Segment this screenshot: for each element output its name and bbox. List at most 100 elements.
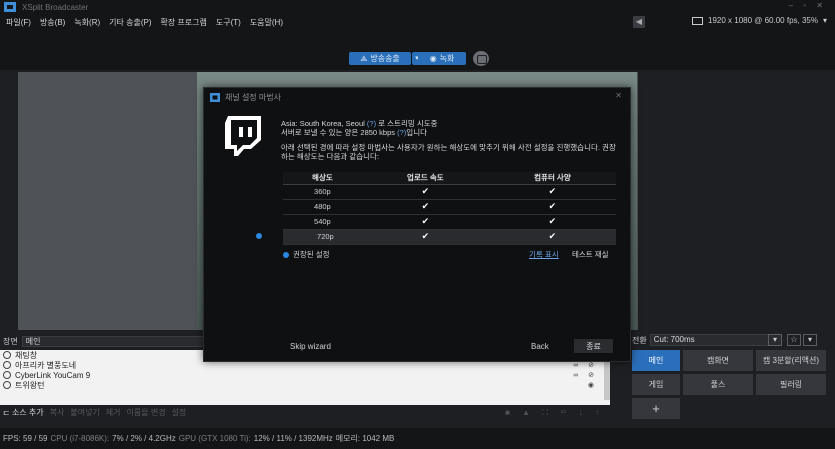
list-item[interactable]: 트위왕턴 ◉	[0, 380, 610, 390]
source-name: 아프리카 별풍도네	[15, 360, 77, 370]
dialog-title: 채널 설정 마법사	[225, 93, 281, 102]
menu-help[interactable]: 도움말(H)	[250, 17, 283, 28]
broadcast-button[interactable]: ⟁ 방송송출	[349, 52, 411, 65]
recommended-dot-icon	[256, 233, 263, 239]
remove-source-button[interactable]: 제거	[106, 407, 121, 418]
broadcast-icon: ⟁	[360, 53, 368, 63]
check-icon: ✔	[488, 199, 616, 215]
column-header-resolution: 해상도	[283, 172, 362, 185]
scene-button-main[interactable]: 메인	[632, 350, 680, 371]
chevron-down-icon[interactable]: ▾	[768, 334, 782, 346]
channel-setup-wizard-dialog: 채널 설정 마법사 ✕ Asia: South Korea, Seoul (?)…	[203, 87, 631, 362]
record-icon: ◉	[429, 54, 437, 63]
recommended-legend: 권장된 설정	[283, 249, 330, 260]
back-button[interactable]: Back	[531, 342, 549, 351]
transition-row: 전환 Cut: 700ms	[632, 334, 782, 346]
screenshot-camera-icon[interactable]	[473, 51, 489, 66]
xsplit-logo-icon	[4, 2, 16, 12]
menu-record[interactable]: 녹화(R)	[74, 17, 100, 28]
main-toolbar: ⟁ 방송송출 ▾ ◉ 녹화	[0, 30, 835, 70]
check-icon: ✔	[361, 214, 489, 230]
app-title: XSplit Broadcaster	[22, 2, 89, 12]
cpu-label: CPU (i7-8086K):	[50, 434, 110, 443]
star-icon[interactable]: ☆	[787, 334, 801, 346]
chevron-down-icon: ▾	[822, 16, 827, 25]
source-name: CyberLink YouCam 9	[15, 370, 91, 380]
table-row[interactable]: 540p ✔ ✔	[283, 214, 616, 230]
record-label: 녹화	[439, 54, 455, 63]
add-scene-button[interactable]: +	[632, 398, 680, 419]
check-icon: ✔	[361, 229, 489, 245]
table-row[interactable]: 360p ✔ ✔	[283, 184, 616, 200]
menu-bar: 파일(F) 방송(B) 녹화(R) 기타 송출(P) 확장 프로그램 도구(T)…	[0, 14, 835, 30]
list-item[interactable]: CyberLink YouCam 9 ∞ ⊘	[0, 370, 610, 380]
monitor-icon	[692, 16, 703, 25]
finish-button[interactable]: 종료	[574, 339, 613, 353]
table-row[interactable]: 720p ✔ ✔	[256, 229, 616, 245]
add-icon: ⊏	[3, 408, 10, 417]
add-source-button[interactable]: ⊏ 소스 추가	[3, 407, 44, 418]
scenes-label: 장면	[3, 336, 18, 346]
column-header-pc: 컴퓨터 사양	[488, 172, 616, 185]
memory-readout: 메모리: 1042 MB	[335, 434, 395, 443]
gpu-label: GPU (GTX 1080 Ti):	[178, 434, 251, 443]
source-visibility-icons[interactable]: ∞ ⊘	[573, 371, 598, 379]
source-action-icons[interactable]: ■ ▲ ⛶ ▭ ↓ ↑	[505, 408, 604, 418]
transition-label: 전환	[632, 335, 647, 345]
scene-button-game[interactable]: 게임	[632, 374, 680, 395]
source-icon	[3, 381, 11, 389]
source-toolbar: ⊏ 소스 추가 복사 붙여넣기 제거 이름을 변경 설정 ■ ▲ ⛶ ▭ ↓ ↑	[0, 405, 610, 420]
title-bar: XSplit Broadcaster – ▫ ✕	[0, 0, 835, 14]
window-controls[interactable]: – ▫ ✕	[789, 1, 827, 10]
source-icon	[3, 351, 11, 359]
scene-button-filtering[interactable]: 필러링	[756, 374, 826, 395]
scene-button-cam[interactable]: 캠화면	[683, 350, 753, 371]
transition-select[interactable]: Cut: 700ms	[649, 334, 782, 346]
check-icon: ✔	[488, 184, 616, 200]
scene-button-cam-split[interactable]: 캠 3분할(리액션)	[756, 350, 826, 371]
bandwidth-line: 서버로 보낼 수 있는 양은 2850 kbps (?)입니다	[281, 128, 427, 137]
source-visibility-icons[interactable]: ∞ ⊘	[573, 361, 598, 369]
scene-name-field[interactable]: 메인	[21, 335, 222, 347]
recommended-dot-icon	[283, 251, 289, 258]
menu-file[interactable]: 파일(F)	[6, 17, 31, 28]
close-icon[interactable]: ✕	[615, 91, 622, 100]
menu-extensions[interactable]: 확장 프로그램	[160, 17, 206, 28]
resolution-status[interactable]: 1920 x 1080 @ 60.00 fps, 35% ▾	[692, 16, 827, 25]
menu-other-output[interactable]: 기타 송출(P)	[109, 17, 151, 28]
menu-tools[interactable]: 도구(T)	[216, 17, 241, 28]
wizard-message: Asia: South Korea, Seoul (?) 로 스트리밍 시도중 …	[281, 119, 616, 161]
preview-background	[18, 72, 196, 330]
webcam-icon	[3, 371, 11, 379]
paste-source-button[interactable]: 붙여넣기	[70, 407, 99, 418]
check-icon: ✔	[361, 184, 489, 200]
scene-button-full[interactable]: 풀스	[683, 374, 753, 395]
chevron-down-icon[interactable]: ▾	[803, 334, 817, 346]
broadcast-label: 방송송출	[370, 54, 400, 63]
source-name: 트위왕턴	[15, 380, 45, 390]
gpu-readout: 12% / 11% / 1392MHz	[253, 434, 333, 443]
menu-broadcast[interactable]: 방송(B)	[40, 17, 65, 28]
table-row[interactable]: 480p ✔ ✔	[283, 199, 616, 215]
resolution-table: 해상도 업로드 속도 컴퓨터 사양 360p ✔ ✔ 480p ✔ ✔ 540p…	[256, 172, 616, 245]
cpu-readout: 7% / 2% / 4.2GHz	[112, 434, 176, 443]
resolution-text: 1920 x 1080 @ 60.00 fps, 35%	[708, 16, 818, 25]
copy-source-button[interactable]: 복사	[50, 407, 65, 418]
status-bar: FPS: 59 / 59 CPU (i7-8086K): 7% / 2% / 4…	[0, 428, 835, 449]
xsplit-logo-icon	[210, 93, 220, 102]
eye-icon[interactable]: ◉	[588, 381, 598, 389]
rename-source-button[interactable]: 이름을 변경	[127, 407, 166, 418]
check-icon: ✔	[488, 214, 616, 230]
check-icon: ✔	[361, 199, 489, 215]
retest-button[interactable]: 테스트 재실	[572, 249, 609, 260]
record-button[interactable]: ◉ 녹화	[418, 52, 466, 65]
source-settings-button[interactable]: 설정	[172, 407, 187, 418]
show-log-link[interactable]: 기록 표시	[529, 249, 559, 260]
settings-gear-icon[interactable]: ◀	[633, 16, 645, 28]
source-icon	[3, 361, 11, 369]
column-header-upload: 업로드 속도	[361, 172, 489, 185]
check-icon: ✔	[488, 229, 616, 245]
skip-wizard-button[interactable]: Skip wizard	[290, 342, 331, 351]
server-line: Asia: South Korea, Seoul (?) 로 스트리밍 시도중	[281, 119, 438, 128]
twitch-logo-icon	[225, 116, 261, 156]
